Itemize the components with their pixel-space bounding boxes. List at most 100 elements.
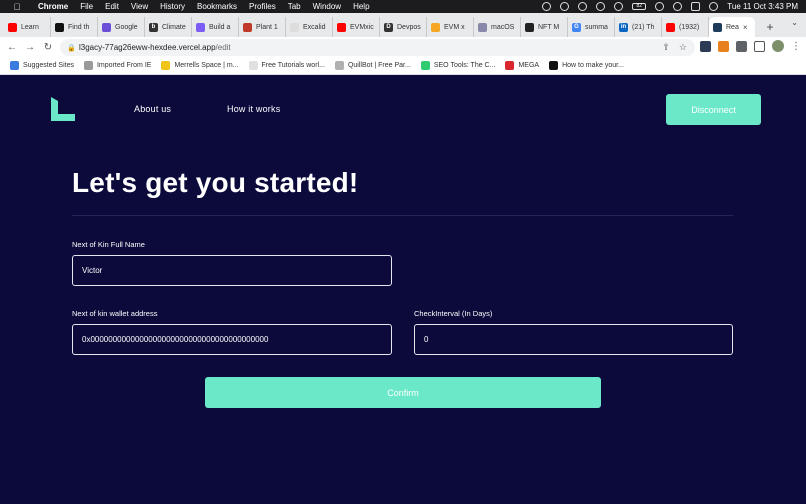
search-icon[interactable] bbox=[673, 2, 683, 11]
menu-history[interactable]: History bbox=[160, 0, 185, 13]
kin-name-input[interactable] bbox=[72, 255, 392, 286]
tab-favicon-icon bbox=[196, 22, 205, 32]
browser-tab[interactable]: Plant 1 bbox=[239, 17, 286, 37]
extension-icon[interactable] bbox=[700, 40, 711, 52]
tab-favicon-icon: in bbox=[619, 22, 628, 32]
url-host: l3gacy-77ag26eww-hexdee.vercel.app bbox=[79, 43, 216, 52]
share-icon[interactable]: ⇧ bbox=[662, 42, 670, 53]
extensions-area: ⋮ bbox=[700, 40, 801, 52]
browser-tab[interactable]: EVM x bbox=[427, 17, 474, 37]
bookmark-item[interactable]: Suggested Sites bbox=[10, 61, 74, 70]
battery-icon[interactable]: 82 bbox=[632, 3, 647, 10]
menu-edit[interactable]: Edit bbox=[105, 0, 119, 13]
tab-favicon-icon bbox=[713, 22, 722, 32]
tab-favicon-icon: G bbox=[572, 22, 581, 32]
nav-about-us[interactable]: About us bbox=[134, 104, 171, 114]
control-center-icon[interactable] bbox=[691, 2, 701, 11]
menu-view[interactable]: View bbox=[131, 0, 148, 13]
browser-tab[interactable]: Gsumma bbox=[568, 17, 615, 37]
menu-help[interactable]: Help bbox=[353, 0, 369, 13]
tab-title: (1932) bbox=[679, 23, 700, 31]
apple-icon[interactable]:  bbox=[10, 2, 24, 12]
menu-window[interactable]: Window bbox=[313, 0, 341, 13]
back-arrow-icon[interactable]: ← bbox=[3, 42, 21, 53]
puzzle-icon[interactable] bbox=[736, 40, 747, 52]
disconnect-button[interactable]: Disconnect bbox=[666, 94, 761, 125]
close-tab-icon[interactable]: × bbox=[743, 23, 748, 32]
bookmark-item[interactable]: How to make your... bbox=[549, 61, 624, 70]
status-icon[interactable] bbox=[542, 2, 552, 11]
metamask-fox-icon[interactable] bbox=[718, 40, 729, 52]
browser-tab[interactable]: (1932) bbox=[662, 17, 709, 37]
status-icon[interactable] bbox=[560, 2, 570, 11]
wifi-icon[interactable] bbox=[655, 2, 665, 11]
forward-arrow-icon[interactable]: → bbox=[21, 42, 39, 53]
tab-title: NFT M bbox=[538, 23, 560, 31]
tab-title: summa bbox=[585, 23, 608, 31]
browser-tab[interactable]: NFT M bbox=[521, 17, 568, 37]
tab-title: Rea bbox=[726, 23, 739, 31]
browser-tab[interactable]: in (21) Th bbox=[615, 17, 662, 37]
menu-file[interactable]: File bbox=[80, 0, 93, 13]
moon-icon[interactable] bbox=[614, 2, 624, 11]
browser-tab[interactable]: Find th bbox=[51, 17, 98, 37]
bookmark-item[interactable]: Imported From IE bbox=[83, 61, 151, 70]
browser-tab[interactable]: D Devpos bbox=[380, 17, 427, 37]
bookmark-item[interactable]: Free Tutorials worl... bbox=[248, 61, 325, 70]
new-tab-button[interactable]: + bbox=[761, 17, 779, 37]
browser-tab[interactable]: macOS bbox=[474, 17, 521, 37]
app-logo-icon[interactable] bbox=[51, 97, 75, 121]
bookmark-favicon-icon bbox=[248, 61, 258, 70]
tab-title: EVM x bbox=[444, 23, 465, 31]
browser-tab[interactable]: Excalid bbox=[286, 17, 333, 37]
tab-list: Learn Find th Google b Climate Build a Plant 1… bbox=[4, 17, 755, 37]
tab-title: Find th bbox=[68, 23, 90, 31]
status-area: 82 Tue 11 Oct 3:43 PM bbox=[542, 0, 798, 13]
tab-favicon-icon bbox=[8, 22, 17, 32]
star-icon[interactable]: ☆ bbox=[679, 42, 687, 53]
bookmark-item[interactable]: Merrells Space | m... bbox=[161, 61, 239, 70]
kebab-menu-icon[interactable]: ⋮ bbox=[791, 41, 801, 52]
browser-tab[interactable]: EVMxic bbox=[333, 17, 380, 37]
bookmark-item[interactable]: MEGA bbox=[505, 61, 539, 70]
bookmark-item[interactable]: SEO Tools: The C... bbox=[420, 61, 495, 70]
menu-bookmarks[interactable]: Bookmarks bbox=[197, 0, 237, 13]
page-title: Let's get you started! bbox=[72, 167, 359, 198]
menu-tab[interactable]: Tab bbox=[288, 0, 301, 13]
bookmark-favicon-icon bbox=[505, 61, 515, 70]
confirm-button[interactable]: Confirm bbox=[205, 377, 601, 408]
chevron-down-icon[interactable]: ⌄ bbox=[791, 18, 798, 27]
tab-favicon-icon bbox=[290, 22, 299, 32]
bookmark-label: MEGA bbox=[518, 62, 540, 69]
menu-profiles[interactable]: Profiles bbox=[249, 0, 276, 13]
bookmark-label: Suggested Sites bbox=[23, 62, 74, 69]
reload-icon[interactable]: ↻ bbox=[39, 42, 57, 53]
tab-title: macOS bbox=[491, 23, 515, 31]
browser-toolbar: ← → ↻ 🔒 l3gacy-77ag26eww-hexdee.vercel.a… bbox=[0, 37, 806, 57]
tab-favicon-icon bbox=[666, 22, 675, 32]
menu-clock[interactable]: Tue 11 Oct 3:43 PM bbox=[727, 2, 798, 11]
tab-favicon-icon bbox=[337, 22, 346, 32]
tab-strip: Learn Find th Google b Climate Build a Plant 1… bbox=[0, 13, 806, 37]
status-icon[interactable] bbox=[578, 2, 588, 11]
browser-tab[interactable]: Rea × bbox=[709, 17, 755, 37]
nav-how-it-works[interactable]: How it works bbox=[227, 104, 280, 114]
browser-tab[interactable]: Build a bbox=[192, 17, 239, 37]
wallet-address-input[interactable] bbox=[72, 324, 392, 355]
tab-title: Learn bbox=[21, 23, 39, 31]
browser-tab[interactable]: b Climate bbox=[145, 17, 192, 37]
menu-app-name[interactable]: Chrome bbox=[38, 0, 68, 13]
bookmark-favicon-icon bbox=[420, 61, 430, 70]
address-bar[interactable]: 🔒 l3gacy-77ag26eww-hexdee.vercel.app/edi… bbox=[60, 39, 695, 56]
bookmark-favicon-icon bbox=[549, 61, 559, 70]
bookmark-item[interactable]: QuillBot | Free Par... bbox=[334, 61, 411, 70]
siri-icon[interactable] bbox=[709, 2, 719, 11]
browser-tab[interactable]: Learn bbox=[4, 17, 51, 37]
browser-tab[interactable]: Google bbox=[98, 17, 145, 37]
lock-icon[interactable]: 🔒 bbox=[67, 44, 79, 52]
bookmarks-bar: Suggested Sites Imported From IE Merrells … bbox=[0, 57, 806, 75]
check-interval-input[interactable] bbox=[414, 324, 733, 355]
status-icon[interactable] bbox=[596, 2, 606, 11]
sidebar-icon[interactable] bbox=[754, 40, 765, 52]
profile-avatar[interactable] bbox=[772, 40, 784, 52]
